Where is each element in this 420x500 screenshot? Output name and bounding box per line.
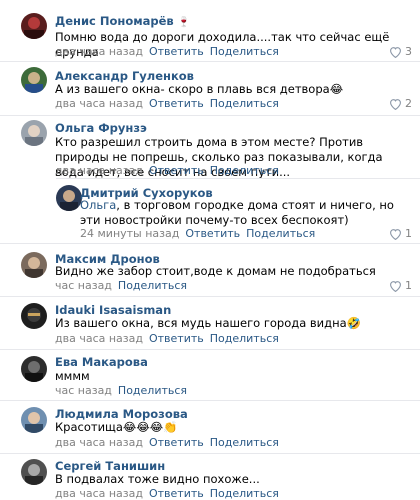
like-button[interactable]: 1 (389, 227, 412, 240)
comment-item: Людмила Морозова Красотища😂😂😂👏 два часа … (0, 401, 420, 454)
comment-time[interactable]: два часа назад (55, 487, 143, 500)
comment-meta: 24 минуты назад Ответить Поделиться (80, 227, 315, 240)
like-count: 2 (405, 97, 412, 110)
comment-item: Денис Пономарёв 🍷 Помню вода до дороги д… (0, 0, 420, 62)
comment-author[interactable]: Людмила Морозова (55, 407, 188, 421)
comment-meta: час назад Поделиться (55, 279, 187, 292)
like-count: 1 (405, 279, 412, 292)
comment-text: Ольга, в торговом городке дома стоят и н… (80, 198, 394, 227)
share-button[interactable]: Поделиться (210, 332, 279, 345)
avatar[interactable] (21, 459, 47, 485)
comment-meta: два часа назад Ответить Поделиться (55, 97, 279, 110)
share-button[interactable]: Поделиться (210, 436, 279, 449)
comment-author[interactable]: Idauki Isasaisman (55, 303, 171, 317)
comment-text: А из вашего окна- скоро в плавь вся детв… (55, 82, 344, 96)
like-count: 1 (405, 227, 412, 240)
share-button[interactable]: Поделиться (246, 227, 315, 240)
comment-meta: два часа назад Ответить Поделиться (55, 164, 279, 177)
avatar[interactable] (21, 252, 47, 278)
comment-item: Александр Гуленков А из вашего окна- ско… (0, 62, 420, 115)
reply-button[interactable]: Ответить (185, 227, 240, 240)
reply-button[interactable]: Ответить (149, 487, 204, 500)
avatar[interactable] (21, 356, 47, 382)
like-count: 3 (405, 45, 412, 58)
comment-text: Видно же забор стоит,воде к домам не под… (55, 264, 376, 278)
share-button[interactable]: Поделиться (210, 164, 279, 177)
comment-author[interactable]: Сергей Танишин (55, 459, 165, 473)
author-badge-icon: 🍷 (177, 17, 191, 28)
share-button[interactable]: Поделиться (210, 487, 279, 500)
share-button[interactable]: Поделиться (210, 97, 279, 110)
reply-button[interactable]: Ответить (149, 45, 204, 58)
comment-reply-item: Дмитрий Сухоруков Ольга, в торговом горо… (0, 179, 420, 242)
reply-to-link[interactable]: Ольга (80, 198, 116, 212)
comment-time[interactable]: 24 минуты назад (80, 227, 179, 240)
avatar[interactable] (21, 13, 47, 39)
heart-icon (389, 98, 402, 110)
avatar[interactable] (21, 67, 47, 93)
comment-time[interactable]: два часа назад (55, 97, 143, 110)
comment-time[interactable]: час назад (55, 279, 112, 292)
comment-time[interactable]: два часа назад (55, 45, 143, 58)
comment-item: Ольга Фрунзэ Кто разрешил строить дома в… (0, 116, 420, 179)
like-button[interactable]: 2 (389, 97, 412, 110)
comment-meta: два часа назад Ответить Поделиться (55, 487, 279, 500)
comment-author[interactable]: Ева Макарова (55, 355, 148, 369)
comment-item: Idauki Isasaisman Из вашего окна, вся му… (0, 297, 420, 349)
comment-meta: час назад Поделиться (55, 384, 187, 397)
reply-button[interactable]: Ответить (149, 164, 204, 177)
comment-meta: два часа назад Ответить Поделиться (55, 436, 279, 449)
reply-button[interactable]: Ответить (149, 332, 204, 345)
comment-text: Из вашего окна, вся мудь нашего города в… (55, 316, 361, 330)
heart-icon (389, 228, 402, 240)
comment-time[interactable]: два часа назад (55, 332, 143, 345)
share-button[interactable]: Поделиться (118, 279, 187, 292)
comment-item: Ева Макарова мммм час назад Поделиться (0, 350, 420, 400)
comment-time[interactable]: два часа назад (55, 164, 143, 177)
share-button[interactable]: Поделиться (118, 384, 187, 397)
like-button[interactable]: 1 (389, 279, 412, 292)
heart-icon (389, 46, 402, 58)
comment-text: мммм (55, 369, 90, 383)
avatar[interactable] (21, 303, 47, 329)
comment-author[interactable]: Александр Гуленков (55, 69, 194, 83)
comment-meta: два часа назад Ответить Поделиться (55, 45, 279, 58)
comment-time[interactable]: два часа назад (55, 436, 143, 449)
avatar[interactable] (21, 120, 47, 146)
comment-time[interactable]: час назад (55, 384, 112, 397)
comment-text: Красотища😂😂😂👏 (55, 420, 178, 434)
heart-icon (389, 280, 402, 292)
comment-meta: два часа назад Ответить Поделиться (55, 332, 279, 345)
like-button[interactable]: 3 (389, 45, 412, 58)
reply-button[interactable]: Ответить (149, 436, 204, 449)
comment-author[interactable]: Ольга Фрунзэ (55, 121, 147, 135)
avatar[interactable] (56, 185, 82, 211)
comment-item: Сергей Танишин В подвалах тоже видно пох… (0, 454, 420, 500)
comment-item: Максим Дронов Видно же забор стоит,воде … (0, 244, 420, 296)
comment-author[interactable]: Денис Пономарёв 🍷 (55, 14, 190, 28)
avatar[interactable] (21, 407, 47, 433)
reply-button[interactable]: Ответить (149, 97, 204, 110)
comment-text: В подвалах тоже видно похоже... (55, 472, 260, 486)
share-button[interactable]: Поделиться (210, 45, 279, 58)
